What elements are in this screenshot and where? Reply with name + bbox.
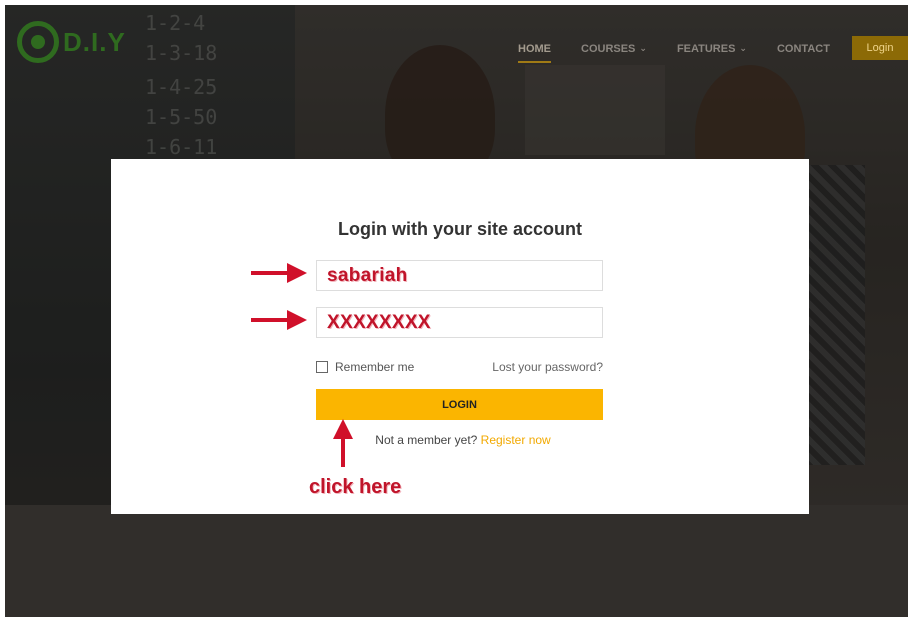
header-login-button[interactable]: Login <box>852 36 908 60</box>
chevron-down-icon: ⌄ <box>739 43 747 53</box>
password-value: XXXXXXXX <box>327 311 431 333</box>
arrow-up-icon <box>333 419 353 467</box>
nav-item-home[interactable]: HOME <box>518 42 551 63</box>
nav-item-courses[interactable]: COURSES ⌄ <box>581 43 647 55</box>
username-field[interactable]: sabariah <box>316 260 603 291</box>
logo-text: D.I.Y <box>63 26 126 57</box>
login-modal: Login with your site account sabariah XX… <box>111 159 809 514</box>
nav-item-label: FEATURES <box>676 42 736 55</box>
click-here-annotation: click here <box>309 476 402 498</box>
nav-item-label: CONTACT <box>776 42 830 55</box>
nav-item-label: HOME <box>518 42 551 55</box>
main-nav: HOME COURSES ⌄ FEATURES ⌄ CONTACT <box>518 41 888 63</box>
chevron-down-icon: ⌄ <box>639 43 647 53</box>
remember-label: Remember me <box>335 360 415 374</box>
arrow-right-icon <box>251 310 307 330</box>
register-link[interactable]: Register now <box>481 433 551 447</box>
nav-item-contact[interactable]: CONTACT <box>777 43 830 55</box>
login-button[interactable]: LOGIN <box>316 389 603 420</box>
nav-item-label: COURSES <box>581 42 636 55</box>
username-value: sabariah <box>327 264 408 286</box>
nav-item-features[interactable]: FEATURES ⌄ <box>677 43 747 55</box>
remember-checkbox[interactable] <box>316 361 328 373</box>
register-prompt: Not a member yet? Register now <box>111 433 809 447</box>
modal-title: Login with your site account <box>337 219 582 239</box>
remember-me[interactable]: Remember me <box>316 360 414 374</box>
member-text: Not a member yet? <box>375 433 478 447</box>
screenshot-frame: 1-2-4 1-3-18 1-4-25 1-5-50 1-6-11 D.I.Y … <box>5 5 908 617</box>
password-field[interactable]: XXXXXXXX <box>316 307 603 338</box>
site-logo[interactable]: D.I.Y <box>17 21 126 63</box>
lost-password-link[interactable]: Lost your password? <box>492 360 603 374</box>
arrow-right-icon <box>251 263 307 283</box>
logo-icon <box>17 21 59 63</box>
